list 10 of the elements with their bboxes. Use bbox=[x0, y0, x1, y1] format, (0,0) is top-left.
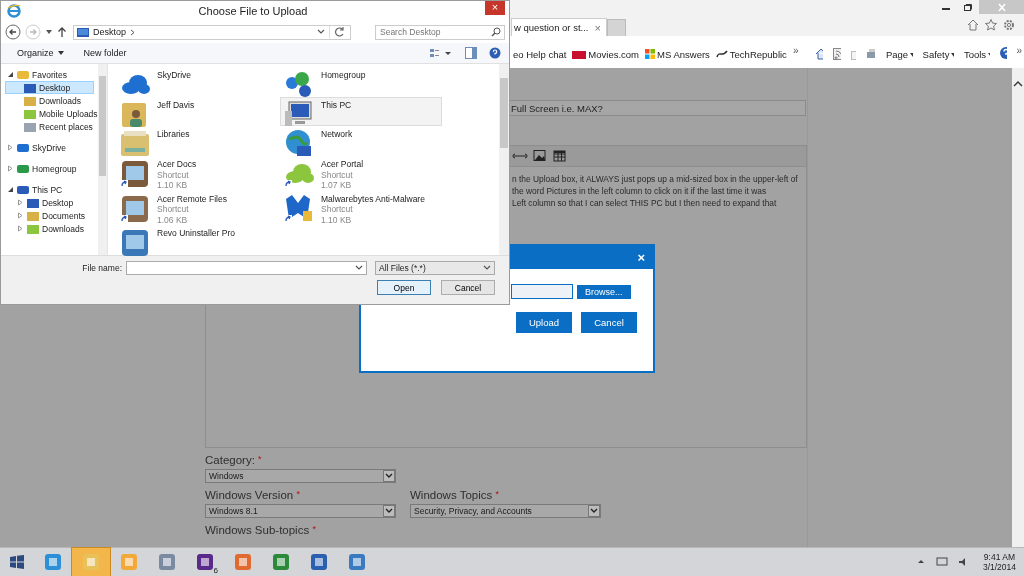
body-text: Left column so that I can select THIS PC but I then need to expand that bbox=[512, 197, 778, 209]
file-name-label: File name: bbox=[82, 263, 122, 273]
window-count: 6 bbox=[213, 566, 218, 575]
field-label: Windows Version * bbox=[205, 489, 301, 501]
field-label: Windows Sub-topics * bbox=[205, 524, 317, 536]
dialog-title: Choose File to Upload bbox=[197, 5, 309, 17]
field-label: Windows Topics * bbox=[410, 489, 500, 501]
body-text: n the Upload box, it ALWAYS just pops up a mid-sized box in the upper-left of bbox=[512, 173, 799, 185]
body-text: the word Pictures in the left column to click on it if the last time it was bbox=[512, 185, 768, 197]
field-label: Category: * bbox=[205, 454, 263, 466]
